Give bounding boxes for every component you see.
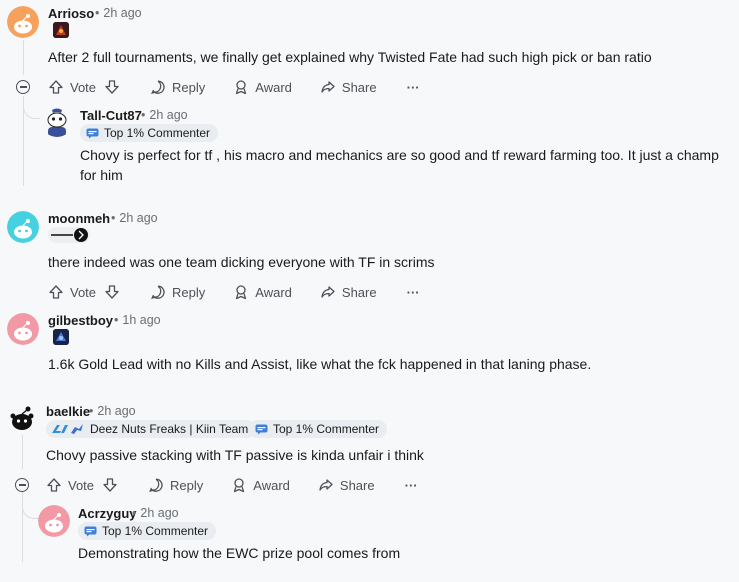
award-icon: [236, 80, 247, 95]
reply-button[interactable]: Reply: [150, 284, 205, 300]
snoo-avatar-icon: [7, 6, 39, 38]
award-button[interactable]: Award: [233, 284, 292, 300]
username[interactable]: gilbestboy: [48, 313, 113, 328]
vote-label: Vote: [70, 284, 97, 300]
upvote-icon[interactable]: [46, 477, 62, 493]
team-flair-icon: [52, 424, 83, 434]
commenter-badge-icon: [86, 128, 99, 138]
timestamp: • 1h ago: [114, 313, 161, 327]
more-options-button[interactable]: ···: [407, 285, 420, 300]
username[interactable]: Tall-Cut87: [80, 108, 142, 123]
comment-actions: Vote Reply Award Share ···: [48, 282, 420, 302]
share-icon: [321, 81, 335, 93]
thread-branch: [23, 104, 40, 119]
vote-control[interactable]: Vote: [48, 284, 120, 300]
award-icon: [236, 285, 247, 300]
timestamp: • 2h ago: [89, 404, 136, 418]
thread-line: [22, 492, 23, 562]
timestamp: • 2h ago: [111, 211, 158, 225]
share-icon: [319, 479, 333, 491]
snoo-avatar-icon: [41, 105, 73, 137]
user-flair-icon: [48, 227, 90, 243]
timestamp: • 2h ago: [95, 6, 142, 20]
username[interactable]: Arrioso: [48, 6, 94, 21]
comment-body: Chovy is perfect for tf , his macro and …: [80, 147, 719, 183]
avatar[interactable]: [7, 313, 39, 345]
avatar[interactable]: [38, 505, 70, 537]
thread-line: [22, 433, 23, 469]
vote-control[interactable]: Vote: [46, 477, 118, 493]
upvote-icon[interactable]: [48, 284, 64, 300]
reply-icon: [149, 478, 163, 493]
timestamp: • 2h ago: [141, 108, 188, 122]
downvote-icon[interactable]: [104, 284, 120, 300]
top-commenter-badge: Top 1% Commenter: [249, 420, 388, 438]
comment-actions: Vote Reply Award Share ···: [46, 475, 418, 495]
downvote-icon[interactable]: [104, 79, 120, 95]
reply-button[interactable]: Reply: [148, 477, 203, 493]
top-commenter-badge: Top 1% Commenter: [80, 124, 219, 142]
user-flair: Deez Nuts Freaks | Kiin Team: [46, 420, 257, 438]
upvote-icon[interactable]: [48, 79, 64, 95]
user-flair-icon: [53, 22, 69, 38]
comment-body: After 2 full tournaments, we finally get…: [48, 49, 652, 65]
snoo-avatar-icon: [38, 505, 70, 537]
comment-body: Demonstrating how the EWC prize pool com…: [78, 545, 401, 561]
avatar[interactable]: [7, 6, 39, 38]
award-button[interactable]: Award: [231, 477, 290, 493]
award-icon: [234, 478, 245, 493]
collapse-thread-button[interactable]: [16, 80, 30, 94]
comment-body: there indeed was one team dicking everyo…: [48, 254, 435, 270]
user-flair-icon: [53, 329, 69, 345]
snoo-avatar-icon: [6, 403, 38, 435]
vote-label: Vote: [68, 477, 95, 493]
avatar[interactable]: [41, 105, 73, 137]
reply-icon: [151, 80, 165, 95]
commenter-badge-icon: [255, 424, 268, 434]
comment-actions: Vote Reply Award Share ···: [48, 77, 420, 97]
reply-button[interactable]: Reply: [150, 79, 205, 95]
username[interactable]: moonmeh: [48, 211, 110, 226]
top-commenter-badge: Top 1% Commenter: [78, 522, 217, 540]
username[interactable]: baelkie: [46, 404, 90, 419]
share-button[interactable]: Share: [320, 79, 377, 95]
commenter-badge-icon: [84, 526, 97, 536]
snoo-avatar-icon: [7, 313, 39, 345]
thread-branch: [22, 504, 39, 519]
share-button[interactable]: Share: [318, 477, 375, 493]
more-options-button[interactable]: ···: [407, 80, 420, 95]
vote-control[interactable]: Vote: [48, 79, 120, 95]
share-icon: [321, 286, 335, 298]
vote-label: Vote: [70, 79, 97, 95]
collapse-thread-button[interactable]: [15, 478, 29, 492]
comment-body: 1.6k Gold Lead with no Kills and Assist,…: [48, 356, 592, 372]
avatar[interactable]: [7, 211, 39, 243]
reply-icon: [151, 285, 165, 300]
more-options-button[interactable]: ···: [405, 478, 418, 493]
award-button[interactable]: Award: [233, 79, 292, 95]
downvote-icon[interactable]: [102, 477, 118, 493]
thread-line: [23, 40, 24, 75]
timestamp: • 2h ago: [132, 506, 179, 520]
share-button[interactable]: Share: [320, 284, 377, 300]
snoo-avatar-icon: [7, 211, 39, 243]
avatar[interactable]: [6, 403, 38, 435]
comment-body: Chovy passive stacking with TF passive i…: [46, 447, 424, 463]
